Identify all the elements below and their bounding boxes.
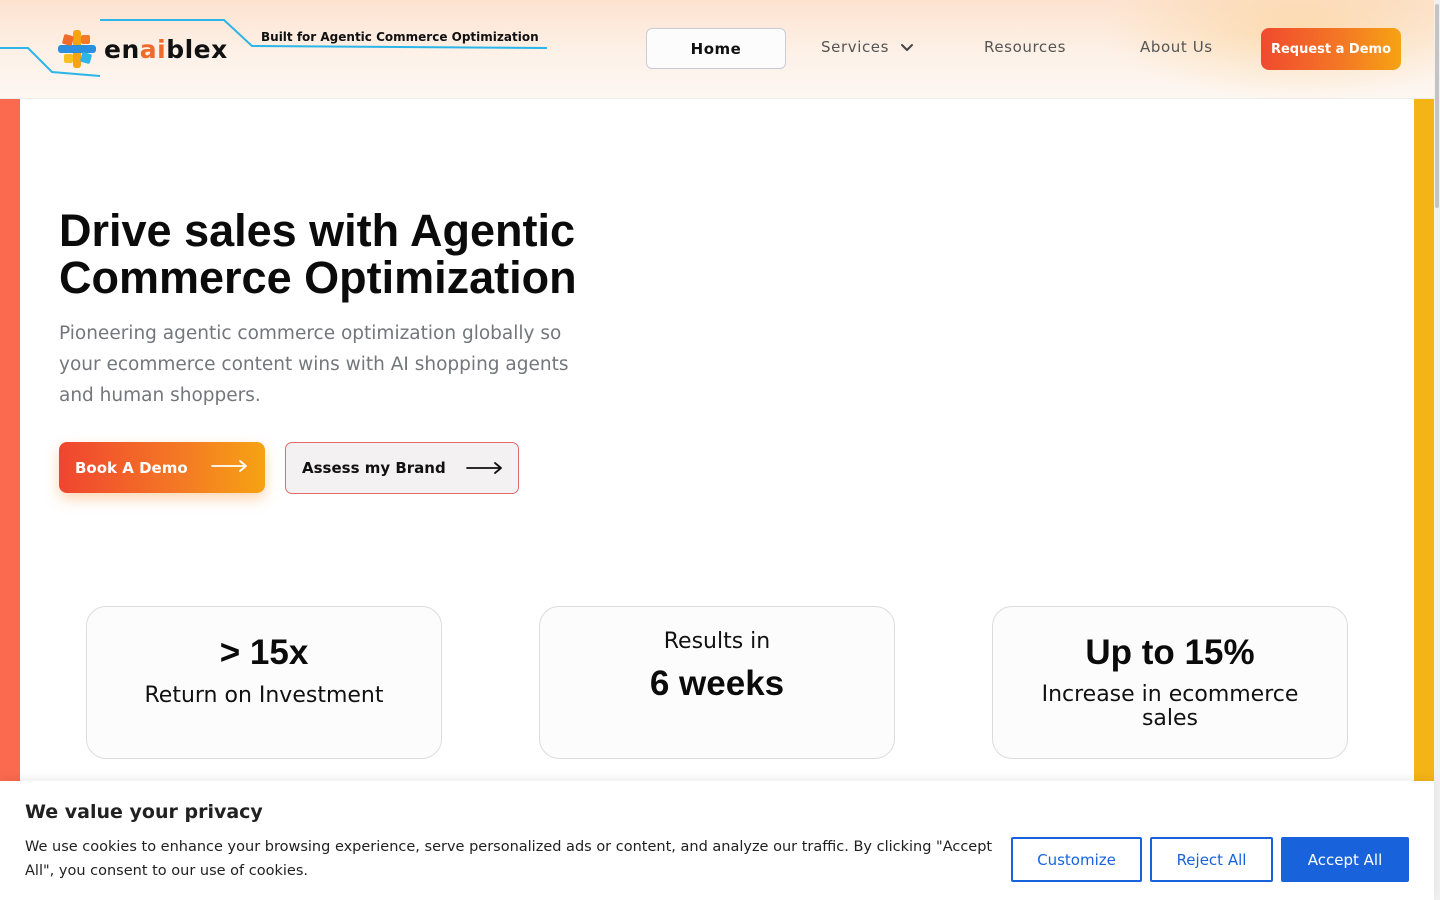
cookie-text: We use cookies to enhance your browsing … <box>25 839 993 879</box>
book-demo-button[interactable]: Book A Demo <box>59 442 265 493</box>
nav-resources[interactable]: Resources <box>984 38 1066 56</box>
nav-services[interactable]: Services <box>821 38 915 56</box>
site-header: enaiblex Built for Agentic Commerce Opti… <box>0 0 1434 99</box>
customize-button[interactable]: Customize <box>1011 837 1142 882</box>
accept-all-button[interactable]: Accept All <box>1281 837 1409 882</box>
logo-text-pre: en <box>104 34 140 64</box>
enaiblex-logo-icon <box>58 30 96 68</box>
stat-label: Results in <box>663 629 771 654</box>
nav-home[interactable]: Home <box>646 28 786 69</box>
hero-title: Drive sales with Agentic Commerce Optimi… <box>59 205 577 303</box>
arrow-right-icon <box>466 462 502 474</box>
logo-wordmark: enaiblex <box>104 35 228 64</box>
arrow-right-icon <box>211 460 247 472</box>
stat-value: 6 weeks <box>649 664 785 703</box>
logo-text-post: blex <box>166 34 228 64</box>
book-demo-label: Book A Demo <box>75 458 188 477</box>
stat-value: > 15x <box>219 633 309 672</box>
tagline: Built for Agentic Commerce Optimization <box>261 30 539 44</box>
scrollbar-thumb[interactable] <box>1435 4 1439 208</box>
hero-subtitle: Pioneering agentic commerce optimization… <box>59 323 569 406</box>
assess-brand-button[interactable]: Assess my Brand <box>285 442 519 494</box>
chevron-down-icon <box>901 44 914 51</box>
logo-text-ai: ai <box>139 34 167 64</box>
right-accent-bar <box>1414 99 1434 900</box>
nav-about-us[interactable]: About Us <box>1140 38 1213 56</box>
cookie-title: We value your privacy <box>25 801 263 823</box>
logo[interactable]: enaiblex <box>56 26 236 72</box>
stat-card-results: Results in 6 weeks <box>539 606 895 759</box>
nav-services-label: Services <box>821 38 890 56</box>
reject-all-button[interactable]: Reject All <box>1150 837 1273 882</box>
left-accent-bar <box>0 99 20 900</box>
stat-label: Increase in ecommerce sales <box>1041 682 1299 731</box>
stat-label: Return on Investment <box>144 683 384 708</box>
stat-card-sales: Up to 15% Increase in ecommerce sales <box>992 606 1348 759</box>
assess-brand-label: Assess my Brand <box>302 459 446 477</box>
cookie-banner: We value your privacy We use cookies to … <box>0 781 1434 900</box>
request-demo-button[interactable]: Request a Demo <box>1261 28 1401 70</box>
stat-value: Up to 15% <box>1085 633 1255 672</box>
stat-card-roi: > 15x Return on Investment <box>86 606 442 759</box>
